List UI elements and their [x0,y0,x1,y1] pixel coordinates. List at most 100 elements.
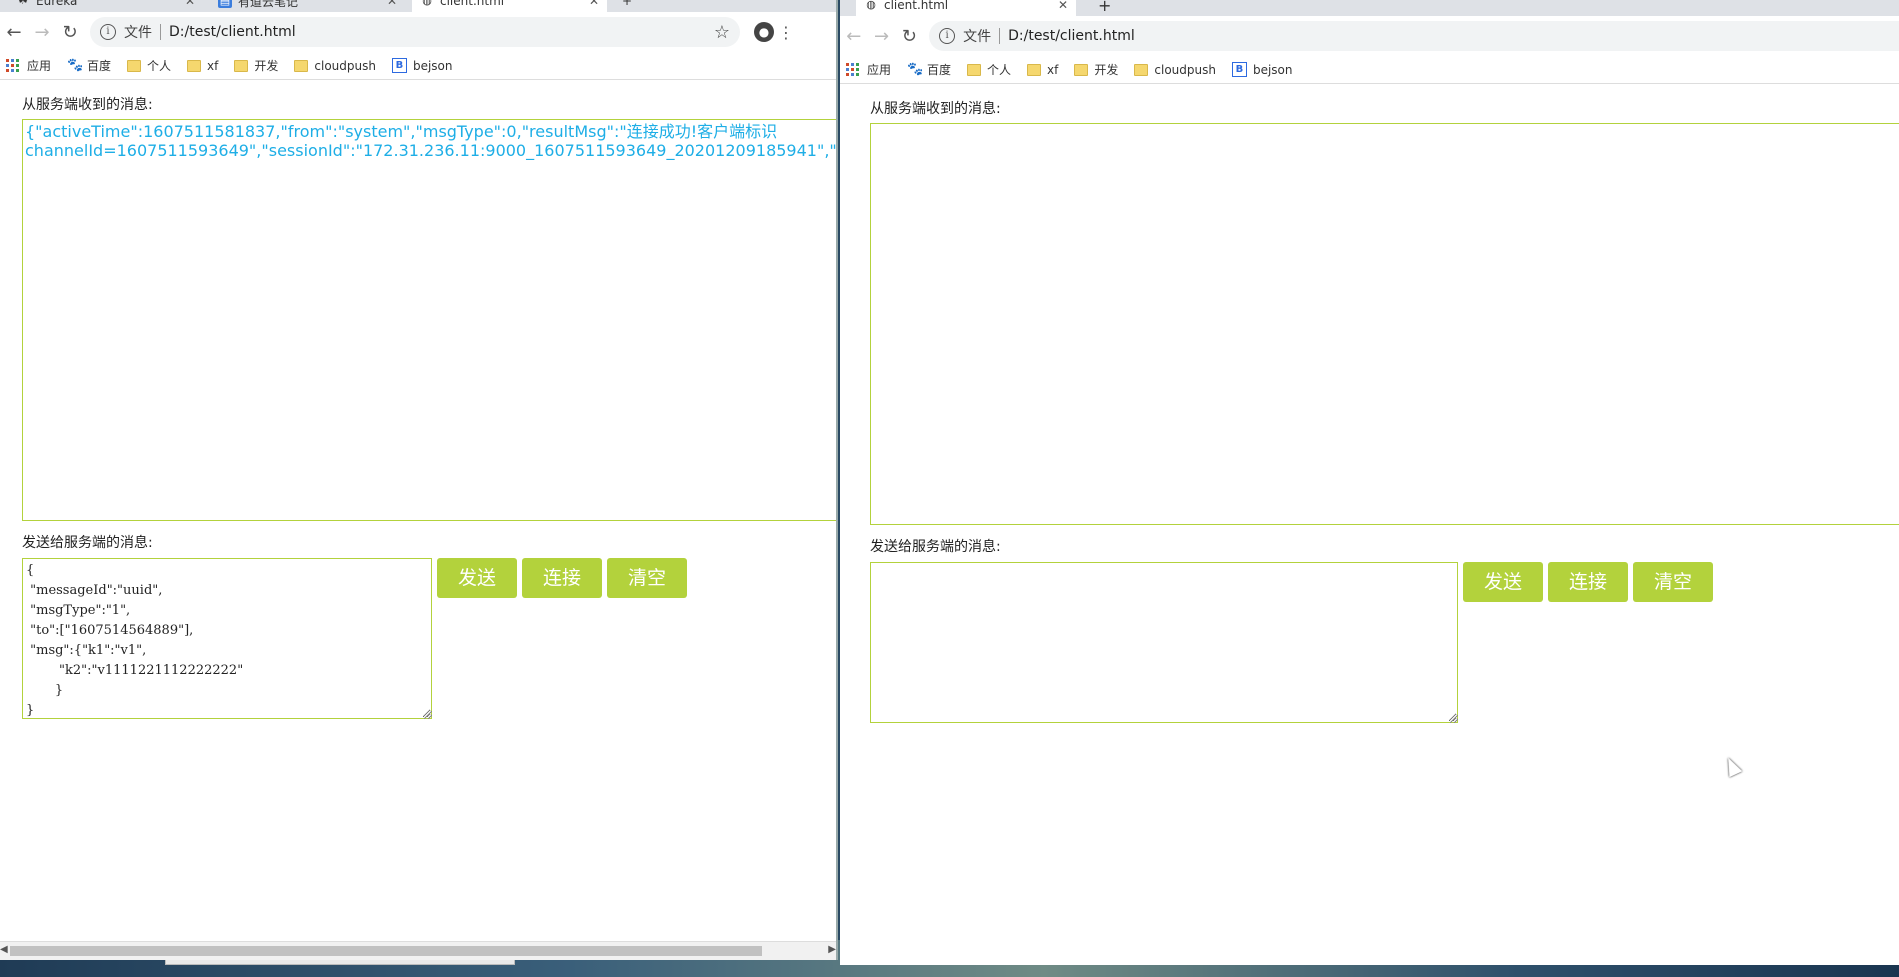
folder-icon [1074,63,1089,76]
forward-button[interactable]: → [28,22,56,43]
address-bar[interactable]: i 文件 D:/test/client.html ☆ [90,17,740,47]
baidu-icon: 🐾 [67,57,84,73]
receive-label: 从服务端收到的消息: [870,101,1001,117]
plus-icon: + [622,0,633,8]
bookmark-label: 开发 [1094,63,1119,77]
scheme-label: 文件 [124,25,152,41]
clear-button[interactable]: 清空 [1633,562,1713,602]
bookmark-folder-personal[interactable]: 个人 [127,57,171,74]
scheme-label: 文件 [963,29,992,45]
new-tab-button[interactable]: + [614,0,654,12]
tab-label: client.html [884,0,949,12]
close-icon[interactable]: ✕ [1058,0,1068,12]
bookmark-folder-xf[interactable]: xf [187,59,218,73]
tab-label: client.html [440,0,505,8]
folder-icon [1134,63,1149,76]
receive-textarea[interactable] [870,123,1899,525]
apps-icon [846,63,859,76]
close-icon[interactable]: ✕ [185,0,195,8]
folder-icon [187,59,202,72]
tab-strip: ☘ Eureka ✕ ▤ 有道云笔记 ✕ ◍ client.html ✕ + [0,0,836,12]
toolbar: ← → ↻ i 文件 D:/test/client.html ☆ ● ⋮ [0,12,836,52]
bookmark-label: 应用 [27,59,52,73]
tab-label: 有道云笔记 [238,0,299,9]
scroll-right-icon[interactable]: ▶ [828,944,836,955]
folder-icon [294,59,309,72]
page-content: 从服务端收到的消息: {"activeTime":1607511581837,"… [0,80,836,960]
bejson-icon: B [391,58,407,73]
bookmark-folder-dev[interactable]: 开发 [1074,61,1118,78]
new-tab-button[interactable]: + [1090,0,1130,16]
bookmark-folder-personal[interactable]: 个人 [967,61,1011,78]
browser-window-right: ◍ client.html ✕ + ← → ↻ i 文件 D:/test/cli… [840,0,1899,965]
send-button[interactable]: 发送 [437,558,517,598]
bookmark-label: 应用 [867,63,892,77]
star-icon[interactable]: ☆ [714,22,730,43]
forward-button[interactable]: → [868,26,896,47]
url-text: D:/test/client.html [1008,28,1135,44]
close-icon[interactable]: ✕ [589,0,599,8]
bookmark-label: 个人 [147,59,172,73]
bookmark-label: cloudpush [1154,62,1216,77]
send-textarea[interactable]: { "messageId":"uuid", "msgType":"1", "to… [22,558,432,719]
tab-youdao[interactable]: ▤ 有道云笔记 ✕ [210,0,405,12]
reload-button[interactable]: ↻ [895,26,923,47]
divider [999,28,1001,44]
bookmark-bejson[interactable]: B bejson [1231,62,1293,77]
profile-icon[interactable]: ● [754,22,774,42]
baidu-icon: 🐾 [907,61,924,77]
bookmark-folder-xf[interactable]: xf [1027,63,1058,77]
bookmark-label: 百度 [87,59,112,73]
toolbar: ← → ↻ i 文件 D:/test/client.html [840,16,1899,56]
clear-button[interactable]: 清空 [607,558,687,598]
tab-strip: ◍ client.html ✕ + [840,0,1899,16]
bookmark-apps[interactable]: 应用 [6,57,51,74]
bookmark-label: bejson [1252,62,1293,77]
tab-client[interactable]: ◍ client.html ✕ [856,0,1076,16]
bejson-icon: B [1231,62,1247,77]
info-icon[interactable]: i [100,24,116,40]
folder-icon [234,59,249,72]
scroll-left-icon[interactable]: ◀ [0,944,8,955]
bookmark-folder-cloudpush[interactable]: cloudpush [294,59,376,73]
reload-button[interactable]: ↻ [56,22,84,43]
connect-button[interactable]: 连接 [1548,562,1628,602]
bookmark-baidu[interactable]: 🐾 百度 [907,61,951,78]
note-icon: ▤ [218,0,232,8]
resize-handle[interactable] [1450,715,1458,723]
tab-client[interactable]: ◍ client.html ✕ [412,0,607,12]
scrollbar-thumb[interactable] [10,946,762,956]
resize-handle[interactable] [424,711,432,719]
back-button[interactable]: ← [840,26,868,47]
folder-icon [127,59,142,72]
menu-icon[interactable]: ⋮ [774,23,798,42]
url-text: D:/test/client.html [169,24,296,40]
bookmarks-bar: 应用 🐾 百度 个人 xf 开发 cloudpush B bejson [0,52,836,80]
receive-textarea[interactable]: {"activeTime":1607511581837,"from":"syst… [22,119,836,521]
horizontal-scrollbar[interactable]: ◀ ▶ [0,941,836,960]
send-textarea[interactable] [870,562,1458,723]
tab-label: Eureka [36,0,78,8]
info-icon[interactable]: i [939,28,956,44]
browser-window-left: ☘ Eureka ✕ ▤ 有道云笔记 ✕ ◍ client.html ✕ + ←… [0,0,838,960]
receive-label: 从服务端收到的消息: [22,97,153,113]
bookmark-label: 个人 [987,63,1012,77]
globe-icon: ◍ [422,0,432,7]
folder-icon [1027,63,1042,76]
folder-icon [967,63,982,76]
bookmark-apps[interactable]: 应用 [846,61,891,78]
bookmark-bejson[interactable]: B bejson [391,58,453,73]
tab-eureka[interactable]: ☘ Eureka ✕ [8,0,203,12]
close-icon[interactable]: ✕ [387,0,397,8]
bookmark-label: xf [1047,62,1059,77]
send-label: 发送给服务端的消息: [22,535,153,551]
bookmark-folder-dev[interactable]: 开发 [234,57,278,74]
send-button[interactable]: 发送 [1463,562,1543,602]
bookmark-folder-cloudpush[interactable]: cloudpush [1134,63,1216,77]
address-bar[interactable]: i 文件 D:/test/client.html [929,21,1899,51]
bookmark-label: 百度 [927,63,952,77]
bookmark-label: 开发 [254,59,279,73]
back-button[interactable]: ← [0,22,28,43]
connect-button[interactable]: 连接 [522,558,602,598]
bookmark-baidu[interactable]: 🐾 百度 [67,57,111,74]
